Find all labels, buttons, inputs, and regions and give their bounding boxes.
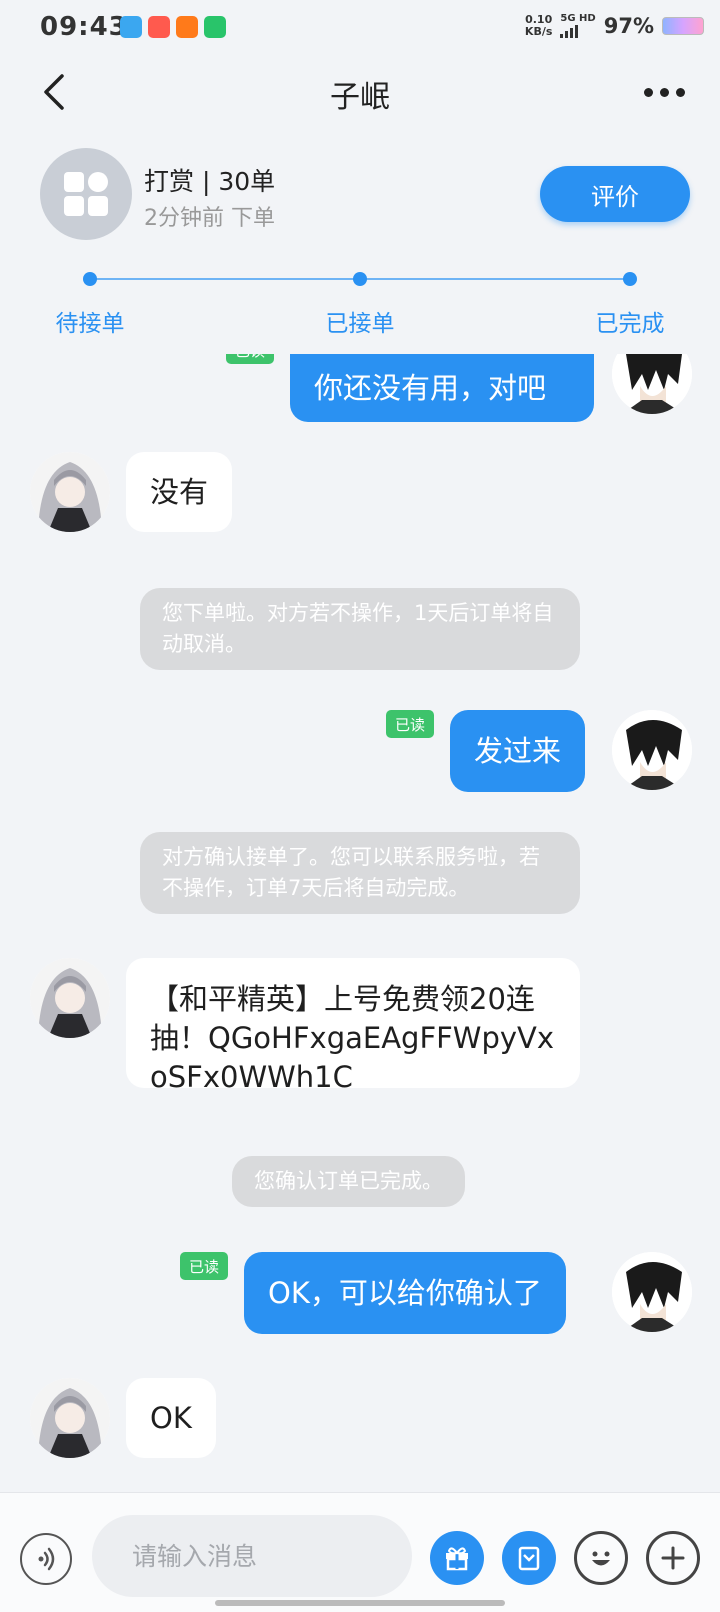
avatar-girl-image — [30, 1378, 110, 1458]
app-video-icon — [204, 16, 226, 38]
read-badge: 已读 — [226, 354, 274, 364]
more-dot — [659, 87, 669, 97]
avatar-man-image — [612, 354, 692, 414]
rate-button[interactable]: 评价 — [540, 166, 690, 222]
my-avatar[interactable] — [612, 710, 692, 790]
network-speed: 0.10 KB/s — [524, 12, 553, 38]
my-avatar[interactable] — [612, 354, 692, 414]
order-subtitle: 2分钟前 下单 — [144, 206, 275, 231]
home-indicator[interactable] — [215, 1600, 505, 1606]
app-clown-icon — [148, 16, 170, 38]
battery-icon — [662, 16, 704, 35]
step-pending-label: 待接单 — [55, 311, 125, 337]
progress-dot-pending — [83, 272, 97, 286]
page-title: 子岷 — [330, 80, 390, 115]
progress-dot-accepted — [353, 272, 367, 286]
network-indicator: 5G HD — [560, 13, 596, 38]
system-message: 对方确认接单了。您可以联系服务啦，若不操作，订单7天后将自动完成。 — [140, 832, 580, 914]
voice-button[interactable] — [20, 1533, 72, 1585]
step-completed-label: 已完成 — [595, 311, 665, 337]
order-title: 打赏 | 30单 — [144, 167, 276, 196]
order-card: 打赏 | 30单 2分钟前 下单 评价 待接单 已接单 已完成 — [0, 128, 720, 354]
input-bar — [0, 1492, 720, 1612]
contact-avatar[interactable] — [30, 958, 110, 1038]
grid-tile — [64, 196, 84, 216]
signal-icon — [560, 24, 595, 38]
notification-icons — [120, 16, 226, 38]
message-bubble-outgoing[interactable]: 发过来 — [450, 710, 586, 792]
top-bar: 子岷 — [0, 56, 720, 128]
step-accepted-label: 已接单 — [325, 311, 395, 337]
order-type-icon — [40, 148, 132, 240]
grid-tile — [64, 172, 84, 192]
message-bubble-incoming[interactable]: 没有 — [126, 452, 233, 532]
status-bar: 09:43 0.10 KB/s 5G HD 97% — [0, 0, 720, 56]
battery-percent: 97% — [603, 13, 654, 38]
system-message: 您确认订单已完成。 — [232, 1156, 465, 1207]
app-orange-icon — [176, 16, 198, 38]
network-type: 5G HD — [560, 13, 596, 24]
message-bubble-incoming[interactable]: OK — [126, 1378, 216, 1458]
order-button[interactable] — [502, 1531, 556, 1585]
progress-dot-completed — [623, 272, 637, 286]
gift-button[interactable] — [430, 1531, 484, 1585]
status-right: 0.10 KB/s 5G HD 97% — [525, 13, 704, 38]
order-icon — [518, 1546, 540, 1571]
read-badge: 已读 — [386, 710, 434, 738]
contact-avatar[interactable] — [30, 1378, 110, 1458]
grid-tile — [88, 196, 108, 216]
avatar-girl-image — [30, 452, 110, 532]
avatar-man-image — [612, 1252, 692, 1332]
avatar-man-image — [612, 710, 692, 790]
more-dots-icon — [643, 87, 653, 97]
gift-icon — [446, 1547, 468, 1571]
status-time: 09:43 — [40, 12, 128, 42]
message-input[interactable] — [92, 1515, 412, 1597]
message-bubble-incoming[interactable]: 【和平精英】上号免费领20连抽！QGoHFxgaEAgFFWpyVxoSFx0W… — [126, 958, 580, 1094]
system-message: 您下单啦。对方若不操作，1天后订单将自动取消。 — [140, 588, 580, 670]
emoji-button[interactable] — [574, 1531, 628, 1585]
network-speed-value: 0.10 — [525, 12, 553, 26]
more-dot — [675, 87, 685, 97]
voice-icon — [38, 1547, 55, 1571]
avatar-girl-image — [30, 958, 110, 1038]
message-bubble-outgoing[interactable]: 你还没有用，对吧 — [290, 354, 594, 422]
chat-area[interactable]: 已读 你还没有用，对吧 没有 您下单啦。对方若不操作，1天后订单将自动取消。 已… — [0, 354, 720, 1492]
more-button[interactable] — [634, 74, 694, 110]
network-speed-unit: KB/s — [524, 24, 553, 38]
plus-icon — [661, 1546, 685, 1570]
contact-avatar[interactable] — [30, 452, 110, 532]
my-avatar[interactable] — [612, 1252, 692, 1332]
plus-button[interactable] — [646, 1531, 700, 1585]
grid-tile — [88, 172, 108, 192]
emoji-icon — [592, 1551, 610, 1566]
bilibili-icon — [120, 16, 142, 38]
read-badge: 已读 — [180, 1252, 228, 1280]
message-bubble-outgoing[interactable]: OK，可以给你确认了 — [244, 1252, 566, 1334]
